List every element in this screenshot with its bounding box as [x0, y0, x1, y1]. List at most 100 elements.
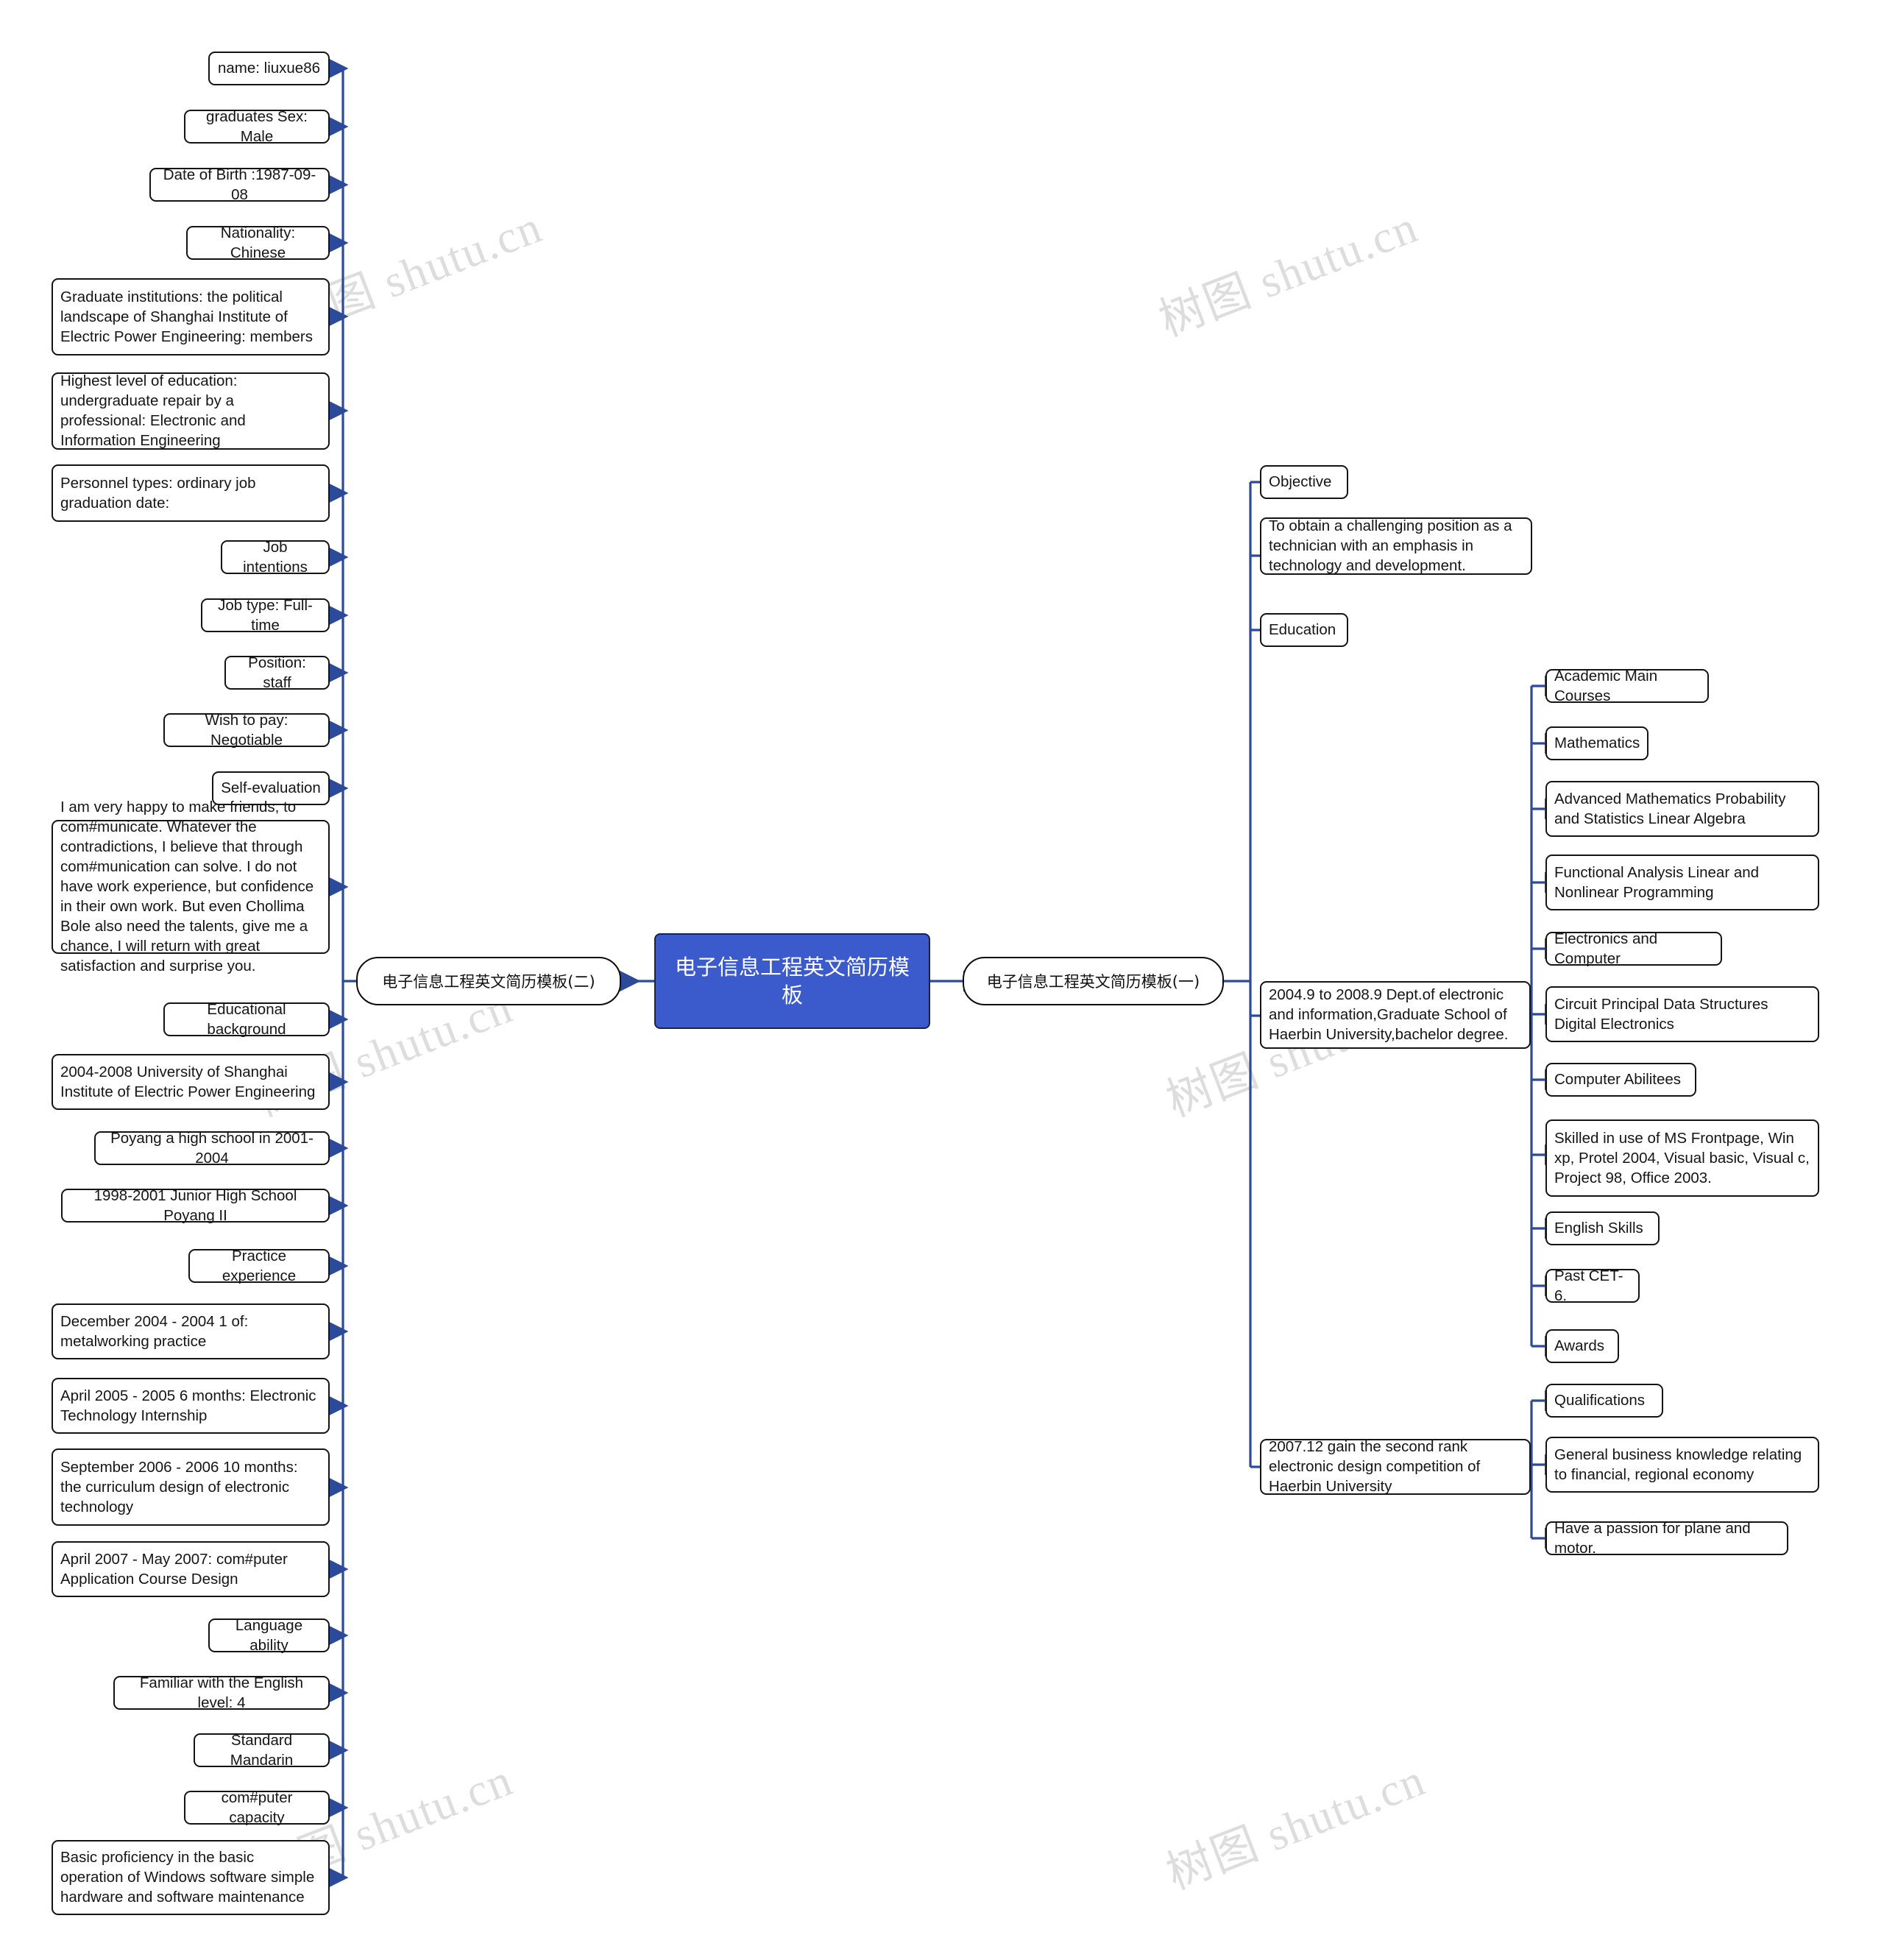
right-leaf-node[interactable]: Awards: [1545, 1329, 1619, 1363]
right-node[interactable]: 2004.9 to 2008.9 Dept.of electronic and …: [1260, 981, 1531, 1049]
right-leaf-label: General business knowledge relating to f…: [1554, 1446, 1802, 1483]
leaf-node[interactable]: Educational background: [163, 1000, 330, 1038]
leaf-label: I am very happy to make friends, to com#…: [60, 799, 314, 974]
right-node-label: To obtain a challenging position as a te…: [1269, 517, 1512, 574]
leaf-node[interactable]: Position: staff: [224, 654, 330, 691]
watermark: 树图 shutu.cn: [1160, 1755, 1433, 1900]
right-leaf-label: Have a passion for plane and motor.: [1554, 1519, 1751, 1557]
leaf-label: Personnel types: ordinary job graduation…: [60, 474, 256, 512]
leaf-node[interactable]: Basic proficiency in the basic operation…: [52, 1840, 330, 1915]
leaf-label: 1998-2001 Junior High School Poyang II: [93, 1186, 297, 1224]
right-leaf-label: Mathematics: [1554, 735, 1640, 751]
right-leaf-label: Circuit Principal Data Structures Digita…: [1554, 995, 1768, 1033]
right-leaf-label: Advanced Mathematics Probability and Sta…: [1554, 790, 1786, 827]
right-node[interactable]: Objective: [1260, 465, 1348, 499]
root-node[interactable]: 电子信息工程英文简历模板: [654, 933, 930, 1029]
right-leaf-node[interactable]: Functional Analysis Linear and Nonlinear…: [1545, 855, 1819, 910]
leaf-label: Familiar with the English level: 4: [139, 1674, 304, 1711]
leaf-label: Standard Mandarin: [230, 1731, 294, 1769]
right-leaf-node[interactable]: Skilled in use of MS Frontpage, Win xp, …: [1545, 1119, 1819, 1197]
leaf-label: Job intentions: [243, 538, 308, 576]
leaf-node[interactable]: Practice experience: [188, 1247, 330, 1284]
leaf-label: Poyang a high school in 2001-2004: [110, 1129, 314, 1167]
leaf-label: Wish to pay: Negotiable: [205, 711, 288, 749]
leaf-node[interactable]: Job intentions: [221, 538, 330, 576]
right-leaf-node[interactable]: Electronics and Computer: [1545, 930, 1722, 967]
leaf-label: Highest level of education: undergraduat…: [60, 372, 246, 449]
leaf-node[interactable]: Language ability: [208, 1616, 330, 1654]
branch-right-label: 电子信息工程英文简历模板(一): [986, 973, 1200, 991]
leaf-node[interactable]: April 2005 - 2005 6 months: Electronic T…: [52, 1378, 330, 1434]
right-node[interactable]: To obtain a challenging position as a te…: [1260, 517, 1532, 575]
right-node[interactable]: 2007.12 gain the second rank electronic …: [1260, 1438, 1531, 1495]
mindmap-canvas: 树图 shutu.cn 树图 shutu.cn 树图 shutu.cn 树图 s…: [0, 0, 1884, 1960]
leaf-label: Date of Birth :1987-09-08: [163, 166, 316, 203]
leaf-node[interactable]: April 2007 - May 2007: com#puter Applica…: [52, 1541, 330, 1597]
right-leaf-node[interactable]: Computer Abilitees: [1545, 1063, 1696, 1097]
leaf-node[interactable]: Wish to pay: Negotiable: [163, 711, 330, 749]
right-leaf-node[interactable]: Advanced Mathematics Probability and Sta…: [1545, 781, 1819, 837]
leaf-label: April 2005 - 2005 6 months: Electronic T…: [60, 1387, 316, 1424]
leaf-label: 2004-2008 University of Shanghai Institu…: [60, 1063, 316, 1100]
right-leaf-label: Academic Main Courses: [1554, 667, 1658, 704]
right-leaf-label: English Skills: [1554, 1220, 1643, 1237]
leaf-label: graduates Sex: Male: [206, 107, 308, 145]
leaf-label: Job type: Full-time: [218, 596, 313, 634]
right-leaf-node[interactable]: Circuit Principal Data Structures Digita…: [1545, 986, 1819, 1042]
leaf-label: September 2006 - 2006 10 months: the cur…: [60, 1458, 298, 1515]
leaf-label: Nationality: Chinese: [220, 224, 296, 261]
leaf-node[interactable]: 2004-2008 University of Shanghai Institu…: [52, 1054, 330, 1110]
right-leaf-label: Computer Abilitees: [1554, 1071, 1682, 1088]
leaf-node[interactable]: 1998-2001 Junior High School Poyang II: [61, 1186, 330, 1224]
leaf-node[interactable]: Poyang a high school in 2001-2004: [94, 1129, 330, 1167]
leaf-node[interactable]: Date of Birth :1987-09-08: [149, 166, 330, 203]
leaf-node[interactable]: com#puter capacity: [184, 1789, 330, 1826]
right-leaf-label: Awards: [1554, 1337, 1604, 1354]
leaf-label: name: liuxue86: [217, 60, 321, 77]
leaf-label: December 2004 - 2004 1 of: metalworking …: [60, 1312, 249, 1350]
watermark: 树图 shutu.cn: [1152, 202, 1426, 347]
leaf-label: April 2007 - May 2007: com#puter Applica…: [60, 1550, 288, 1588]
leaf-node[interactable]: graduates Sex: Male: [184, 107, 330, 145]
right-leaf-label: Skilled in use of MS Frontpage, Win xp, …: [1554, 1129, 1810, 1186]
leaf-label: Position: staff: [248, 654, 306, 691]
branch-left-label: 电子信息工程英文简历模板(二): [382, 973, 595, 991]
leaf-label: Language ability: [235, 1616, 303, 1654]
right-node-label: Education: [1269, 621, 1336, 638]
leaf-label: Educational background: [207, 1000, 286, 1038]
right-leaf-label: Past CET-6.: [1554, 1267, 1623, 1304]
leaf-node[interactable]: Highest level of education: undergraduat…: [52, 372, 330, 450]
leaf-label: com#puter capacity: [221, 1789, 293, 1826]
right-node-label: 2007.12 gain the second rank electronic …: [1269, 1438, 1481, 1495]
right-leaf-node[interactable]: Academic Main Courses: [1545, 667, 1709, 704]
branch-node-right[interactable]: 电子信息工程英文简历模板(一): [963, 957, 1224, 1005]
root-node-label: 电子信息工程英文简历模板: [674, 955, 910, 1008]
right-node-label: 2004.9 to 2008.9 Dept.of electronic and …: [1269, 986, 1509, 1043]
right-leaf-node[interactable]: Past CET-6.: [1545, 1267, 1640, 1304]
leaf-node[interactable]: December 2004 - 2004 1 of: metalworking …: [52, 1303, 330, 1359]
leaf-node[interactable]: Graduate institutions: the political lan…: [52, 278, 330, 355]
right-leaf-node[interactable]: Have a passion for plane and motor.: [1545, 1519, 1788, 1557]
right-node-label: Objective: [1269, 473, 1332, 490]
leaf-label: Practice experience: [222, 1247, 297, 1284]
right-leaf-node[interactable]: English Skills: [1545, 1211, 1660, 1245]
leaf-label: Basic proficiency in the basic operation…: [60, 1849, 315, 1906]
right-leaf-label: Electronics and Computer: [1554, 930, 1658, 967]
right-leaf-label: Qualifications: [1554, 1392, 1646, 1409]
leaf-node[interactable]: I am very happy to make friends, to com#…: [52, 799, 330, 974]
leaf-node[interactable]: September 2006 - 2006 10 months: the cur…: [52, 1448, 330, 1526]
leaf-label: Graduate institutions: the political lan…: [60, 288, 313, 345]
branch-node-left[interactable]: 电子信息工程英文简历模板(二): [356, 957, 621, 1005]
right-leaf-node[interactable]: Mathematics: [1545, 726, 1648, 760]
leaf-label: Self-evaluation: [221, 779, 321, 796]
leaf-node[interactable]: name: liuxue86: [208, 52, 330, 85]
leaf-node[interactable]: Personnel types: ordinary job graduation…: [52, 464, 330, 522]
leaf-node[interactable]: Standard Mandarin: [194, 1731, 330, 1769]
leaf-node[interactable]: Familiar with the English level: 4: [113, 1674, 330, 1711]
leaf-node[interactable]: Nationality: Chinese: [186, 224, 330, 261]
right-leaf-node[interactable]: General business knowledge relating to f…: [1545, 1437, 1819, 1493]
right-node[interactable]: Education: [1260, 613, 1348, 647]
leaf-node[interactable]: Job type: Full-time: [201, 596, 330, 634]
right-leaf-label: Functional Analysis Linear and Nonlinear…: [1554, 863, 1760, 901]
right-leaf-node[interactable]: Qualifications: [1545, 1384, 1663, 1418]
